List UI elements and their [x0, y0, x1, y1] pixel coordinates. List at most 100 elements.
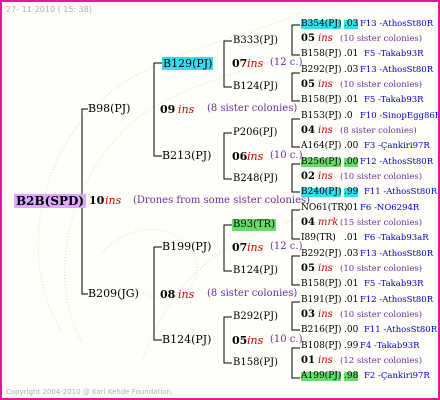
- g4-mating: ins: [318, 309, 333, 320]
- g4-source: F10 -SinopEgg86R: [360, 111, 440, 121]
- g3-queen[interactable]: B333(PJ): [233, 36, 278, 46]
- g4-source: F3 -Çankiri97R: [364, 141, 430, 151]
- g4-note: (10 sister colonies): [340, 80, 423, 90]
- g4-queen[interactable]: B191(PJ): [301, 296, 341, 305]
- g4-year: 05: [301, 263, 315, 274]
- g3-queen[interactable]: B124(PJ): [233, 82, 278, 92]
- g4-queen[interactable]: B292(PJ): [301, 250, 341, 259]
- g3-queen[interactable]: B93(TR): [232, 219, 277, 231]
- g4-note: (8 sister colonies): [340, 126, 417, 136]
- g4-year: 04: [301, 217, 315, 228]
- g2-queen[interactable]: B199(PJ): [162, 241, 211, 252]
- g4-queen[interactable]: B158(PJ): [301, 50, 341, 59]
- g4-mating: ins: [318, 263, 333, 274]
- g4-queen[interactable]: A164(PJ): [301, 142, 341, 151]
- g4-mating: mrk: [318, 217, 339, 228]
- g4-source: F2 -Çankiri97R: [364, 371, 430, 381]
- g2-mating: ins: [247, 241, 264, 254]
- g2-queen[interactable]: B129(PJ): [162, 57, 214, 70]
- g4-source: F5 -Takab93R: [364, 95, 424, 105]
- g1-note: (8 sister colonies): [207, 103, 298, 114]
- g3-queen[interactable]: B292(PJ): [233, 312, 278, 322]
- g2-mating: ins: [247, 150, 264, 163]
- g2-queen[interactable]: B213(PJ): [162, 150, 211, 161]
- g1-queen[interactable]: B209(JG): [88, 288, 139, 299]
- g1-mating: ins: [178, 103, 195, 116]
- g2-note: (10 c.): [270, 150, 303, 161]
- g4-queen[interactable]: B256(PJ): [301, 158, 342, 167]
- g4-queen[interactable]: B108(PJ): [301, 342, 341, 351]
- g1-note: (8 sister colonies): [207, 288, 298, 299]
- g4-value: .00: [344, 325, 359, 335]
- g4-note: (10 sister colonies): [340, 34, 423, 44]
- g4-note: (10 sister colonies): [340, 264, 423, 274]
- g4-value: .01: [344, 279, 359, 289]
- g4-note: (15 sister colonies): [340, 218, 423, 228]
- g4-value: .99: [344, 187, 359, 197]
- g4-year: 02: [301, 171, 315, 182]
- g4-source: F11 -AthosSt80R: [364, 187, 438, 197]
- g4-source: F13 -AthosSt80R: [360, 19, 434, 29]
- date-stamp: 27- 11-2010 ( 15: 38): [6, 5, 92, 14]
- g4-value: .99: [344, 341, 359, 351]
- g4-value: .01: [344, 233, 359, 243]
- g4-queen[interactable]: B153(PJ): [301, 112, 341, 121]
- g4-queen[interactable]: B240(PJ): [301, 188, 342, 197]
- g4-mating: ins: [318, 125, 333, 136]
- root-note: (Drones from some sister colonies): [133, 195, 311, 206]
- g4-queen[interactable]: B292(PJ): [301, 66, 341, 75]
- g4-source: F4 -Takab93R: [360, 341, 420, 351]
- g4-queen[interactable]: A199(PJ): [301, 372, 342, 381]
- g3-queen[interactable]: B124(PJ): [233, 266, 278, 276]
- g3-queen[interactable]: P206(PJ): [233, 128, 277, 138]
- copyright: Copyright 2004-2010 @ Karl Kehde Foundat…: [6, 388, 174, 396]
- g1-year: 08: [160, 288, 176, 301]
- g4-value: .0: [344, 111, 353, 121]
- g2-mating: ins: [247, 334, 264, 347]
- g4-year: 03: [301, 309, 315, 320]
- pedigree-chart: 27- 11-2010 ( 15: 38) Copyright 2004-201…: [0, 0, 440, 400]
- g4-value: .03: [344, 249, 359, 259]
- g4-value: .01: [344, 203, 359, 213]
- g4-source: F13 -AthosSt80R: [360, 249, 434, 259]
- g4-year: 01: [301, 355, 315, 366]
- g4-mating: ins: [318, 355, 333, 366]
- g3-queen[interactable]: B248(PJ): [233, 174, 278, 184]
- g4-source: F6 -NO6294R: [360, 203, 420, 213]
- root-mating: ins: [105, 194, 122, 207]
- g4-mating: ins: [318, 33, 333, 44]
- g2-year: 05: [232, 334, 248, 347]
- g4-year: 04: [301, 125, 315, 136]
- g4-source: F12 -AthosSt80R: [360, 295, 434, 305]
- g2-mating: ins: [247, 57, 264, 70]
- g4-source: F5 -Takab93R: [364, 49, 424, 59]
- g2-year: 07: [232, 241, 248, 254]
- g4-value: .01: [344, 295, 359, 305]
- root-year: 10: [89, 194, 105, 207]
- g4-queen[interactable]: I89(TR): [301, 234, 336, 243]
- g4-note: (10 sister colonies): [340, 310, 423, 320]
- g1-queen[interactable]: B98(PJ): [88, 103, 130, 114]
- g4-queen[interactable]: B158(PJ): [301, 96, 341, 105]
- g4-value: .03: [344, 65, 359, 75]
- g4-source: F11 -AthosSt80R: [364, 325, 438, 335]
- g4-queen[interactable]: NO61(TR): [301, 204, 348, 213]
- g4-source: F5 -Takab93R: [364, 279, 424, 289]
- g4-queen[interactable]: B354(PJ): [301, 20, 342, 29]
- g4-mating: ins: [318, 79, 333, 90]
- g2-year: 07: [232, 57, 248, 70]
- g4-value: .01: [344, 95, 359, 105]
- g4-year: 05: [301, 79, 315, 90]
- g2-year: 06: [232, 150, 248, 163]
- g3-queen[interactable]: B158(PJ): [233, 358, 278, 368]
- root-queen[interactable]: B2B(SPD): [14, 194, 87, 208]
- g4-value: .00: [344, 157, 359, 167]
- g2-queen[interactable]: B124(PJ): [162, 334, 211, 345]
- g4-queen[interactable]: B216(PJ): [301, 326, 341, 335]
- g2-note: (10 c.): [270, 334, 303, 345]
- g4-year: 05: [301, 33, 315, 44]
- g4-source: F6 -Takab93aR: [364, 233, 429, 243]
- g4-note: (12 sister colonies): [340, 356, 423, 366]
- g4-value: .00: [344, 141, 359, 151]
- g4-queen[interactable]: B158(PJ): [301, 280, 341, 289]
